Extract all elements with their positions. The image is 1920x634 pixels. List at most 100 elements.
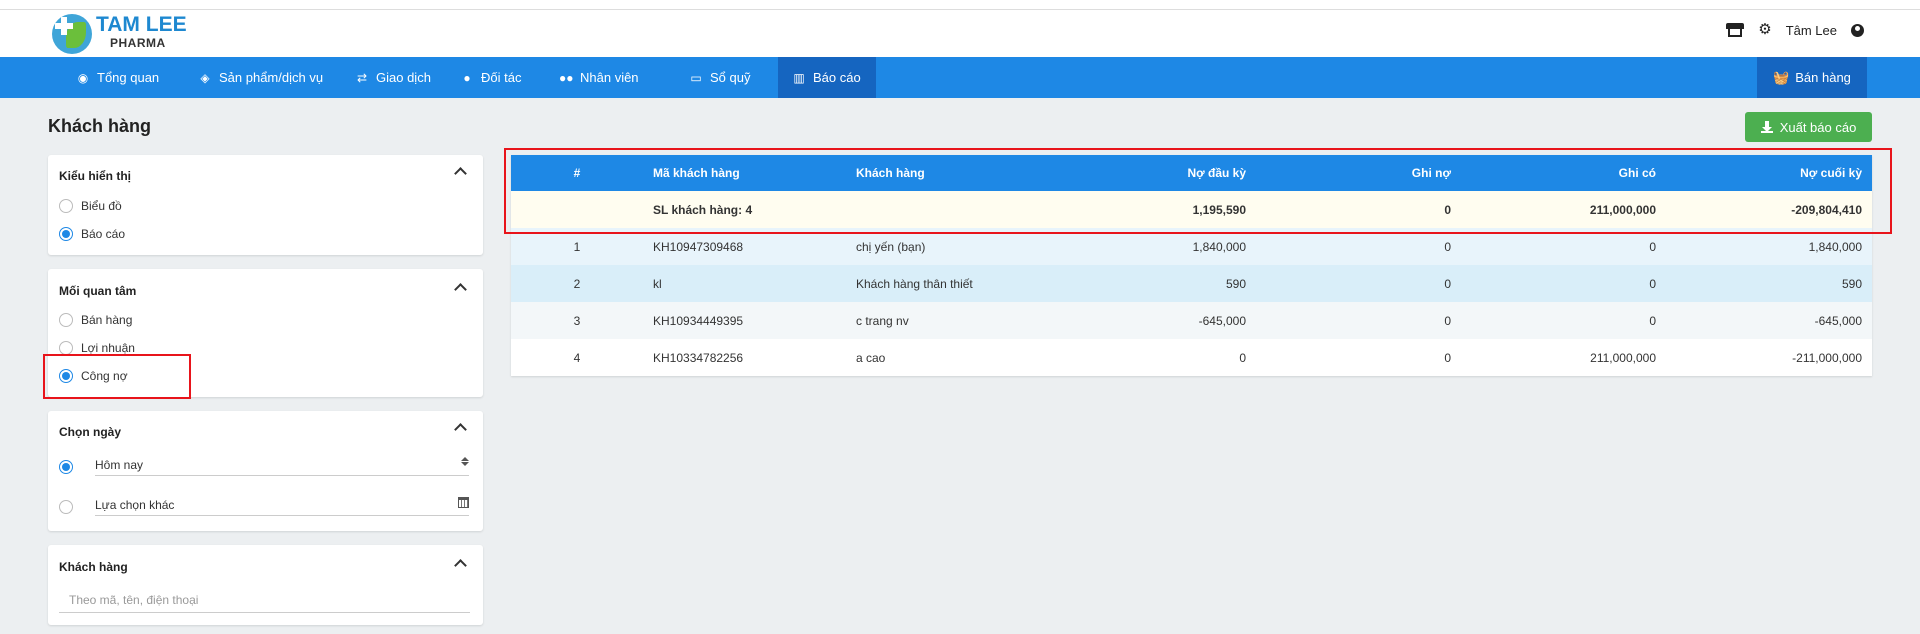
panel-title: Chọn ngày (59, 425, 121, 439)
chevron-up-icon[interactable] (454, 167, 467, 180)
page-title: Khách hàng (48, 116, 152, 136)
concern-panel: Mối quan tâm Bán hàng Lợi nhuận Công nợ (48, 269, 483, 397)
sell-button[interactable]: 🧺 Bán hàng (1757, 57, 1867, 98)
table-row[interactable]: 4 KH10334782256 a cao 0 0 211,000,000 -2… (511, 339, 1872, 376)
table-row[interactable]: 1 KH10947309468 chị yến (bạn) 1,840,000 … (511, 228, 1872, 265)
nav-label: Sản phẩm/dịch vụ (219, 70, 324, 85)
eye-icon: ◉ (77, 70, 89, 85)
nav-item-transactions[interactable]: ⇄ Giao dịch (341, 57, 446, 98)
panel-title: Khách hàng (59, 560, 128, 574)
money-icon: ▭ (690, 70, 702, 85)
col-header-customer[interactable]: Khách hàng (846, 155, 1086, 191)
radio-today[interactable] (59, 460, 73, 474)
gear-icon[interactable]: ⚙ (1758, 22, 1771, 38)
sell-label: Bán hàng (1795, 70, 1851, 85)
cell-credit: 0 (1649, 239, 1656, 254)
col-header-opening[interactable]: Nợ đầu kỳ (1086, 155, 1256, 191)
brand-sub: PHARMA (110, 36, 166, 50)
radio-button[interactable] (59, 500, 73, 514)
summary-debit: 0 (1444, 202, 1451, 217)
export-report-button[interactable]: Xuất báo cáo (1745, 112, 1872, 142)
main-nav: ◉ Tổng quan ◈ Sản phẩm/dịch vụ ⇄ Giao dị… (0, 57, 1920, 98)
exchange-icon: ⇄ (356, 70, 368, 85)
radio-other-date[interactable] (59, 500, 73, 514)
cell-opening: 590 (1225, 276, 1246, 291)
col-header-code[interactable]: Mã khách hàng (643, 155, 846, 191)
radio-label: Báo cáo (81, 227, 126, 241)
cell-code: KH10334782256 (653, 350, 744, 365)
nav-label: Báo cáo (813, 70, 861, 85)
radio-button[interactable] (59, 227, 73, 241)
top-strip (0, 0, 1920, 10)
customer-search-input[interactable] (59, 587, 470, 613)
user-name[interactable]: Tâm Lee (1786, 23, 1837, 38)
col-header-credit[interactable]: Ghi có (1461, 155, 1666, 191)
nav-label: Sổ quỹ (710, 70, 751, 85)
cell-credit: 0 (1649, 276, 1656, 291)
radio-button[interactable] (59, 369, 73, 383)
sort-icon (461, 457, 469, 466)
summary-row: SL khách hàng: 4 1,195,590 0 211,000,000… (511, 191, 1872, 228)
app-header: TAM LEE PHARMA ⚙ Tâm Lee (0, 10, 1920, 57)
nav-item-staff[interactable]: ●● Nhân viên (545, 57, 675, 98)
radio-chart[interactable]: Biểu đồ (59, 199, 122, 213)
chevron-up-icon[interactable] (454, 559, 467, 572)
panel-title: Mối quan tâm (59, 284, 137, 298)
table-row[interactable]: 3 KH10934449395 c trang nv -645,000 0 0 … (511, 302, 1872, 339)
cell-credit: 211,000,000 (1590, 350, 1656, 365)
summary-credit: 211,000,000 (1589, 202, 1656, 217)
brand-logo[interactable]: TAM LEE PHARMA (52, 14, 187, 54)
col-header-index[interactable]: # (511, 155, 643, 191)
radio-debt[interactable]: Công nợ (59, 369, 128, 383)
download-icon (1760, 121, 1773, 133)
radio-label: Công nợ (81, 369, 128, 383)
col-header-closing[interactable]: Nợ cuối kỳ (1666, 155, 1872, 191)
cell-opening: 0 (1239, 350, 1246, 365)
radio-button[interactable] (59, 199, 73, 213)
panel-title: Kiểu hiển thị (59, 169, 131, 183)
today-select[interactable]: Hôm nay (95, 454, 469, 476)
nav-item-products[interactable]: ◈ Sản phẩm/dịch vụ (184, 57, 341, 98)
nav-item-cashbook[interactable]: ▭ Sổ quỹ (675, 57, 778, 98)
nav-label: Giao dịch (376, 70, 431, 85)
cell-index: 4 (573, 350, 581, 365)
chevron-up-icon[interactable] (454, 423, 467, 436)
calendar-icon[interactable] (458, 497, 469, 508)
radio-profit[interactable]: Lợi nhuận (59, 341, 135, 355)
radio-button[interactable] (59, 313, 73, 327)
cell-opening: 1,840,000 (1192, 239, 1246, 254)
cell-name: c trang nv (856, 313, 909, 328)
radio-label: Biểu đồ (81, 199, 122, 213)
summary-closing: -209,804,410 (1791, 202, 1862, 217)
radio-button[interactable] (59, 460, 73, 474)
customer-count: SL khách hàng: 4 (653, 202, 753, 217)
radio-label: Bán hàng (81, 313, 133, 327)
radio-label: Lợi nhuận (81, 341, 135, 355)
nav-item-reports[interactable]: ▥ Báo cáo (778, 57, 876, 98)
cell-index: 1 (573, 239, 581, 254)
users-icon: ●● (559, 70, 574, 85)
cell-closing: -211,000,000 (1792, 350, 1862, 365)
col-header-debit[interactable]: Ghi nợ (1256, 155, 1461, 191)
table-row[interactable]: 2 kl Khách hàng thân thiết 590 0 0 590 (511, 265, 1872, 302)
other-date-label: Lựa chọn khác (95, 497, 175, 512)
cell-credit: 0 (1649, 313, 1656, 328)
other-date-field[interactable]: Lựa chọn khác (95, 494, 469, 516)
radio-button[interactable] (59, 341, 73, 355)
debt-report-table: # Mã khách hàng Khách hàng Nợ đầu kỳ Ghi… (511, 155, 1872, 376)
chart-icon: ▥ (793, 70, 805, 85)
nav-item-partners[interactable]: ● Đối tác (446, 57, 545, 98)
date-panel: Chọn ngày Hôm nay Lựa chọn khác (48, 411, 483, 531)
logo-icon (52, 14, 92, 54)
nav-label: Tổng quan (97, 70, 160, 85)
table-header-row: # Mã khách hàng Khách hàng Nợ đầu kỳ Ghi… (511, 155, 1872, 191)
radio-report[interactable]: Báo cáo (59, 227, 125, 241)
cell-code: kl (653, 276, 662, 291)
cell-name: a cao (856, 350, 886, 365)
cell-closing: 1,840,000 (1808, 239, 1862, 254)
nav-item-overview[interactable]: ◉ Tổng quan (62, 57, 184, 98)
store-icon[interactable] (1726, 23, 1745, 37)
user-circle-icon[interactable] (1851, 23, 1864, 37)
chevron-up-icon[interactable] (454, 283, 467, 296)
radio-sales[interactable]: Bán hàng (59, 313, 132, 327)
